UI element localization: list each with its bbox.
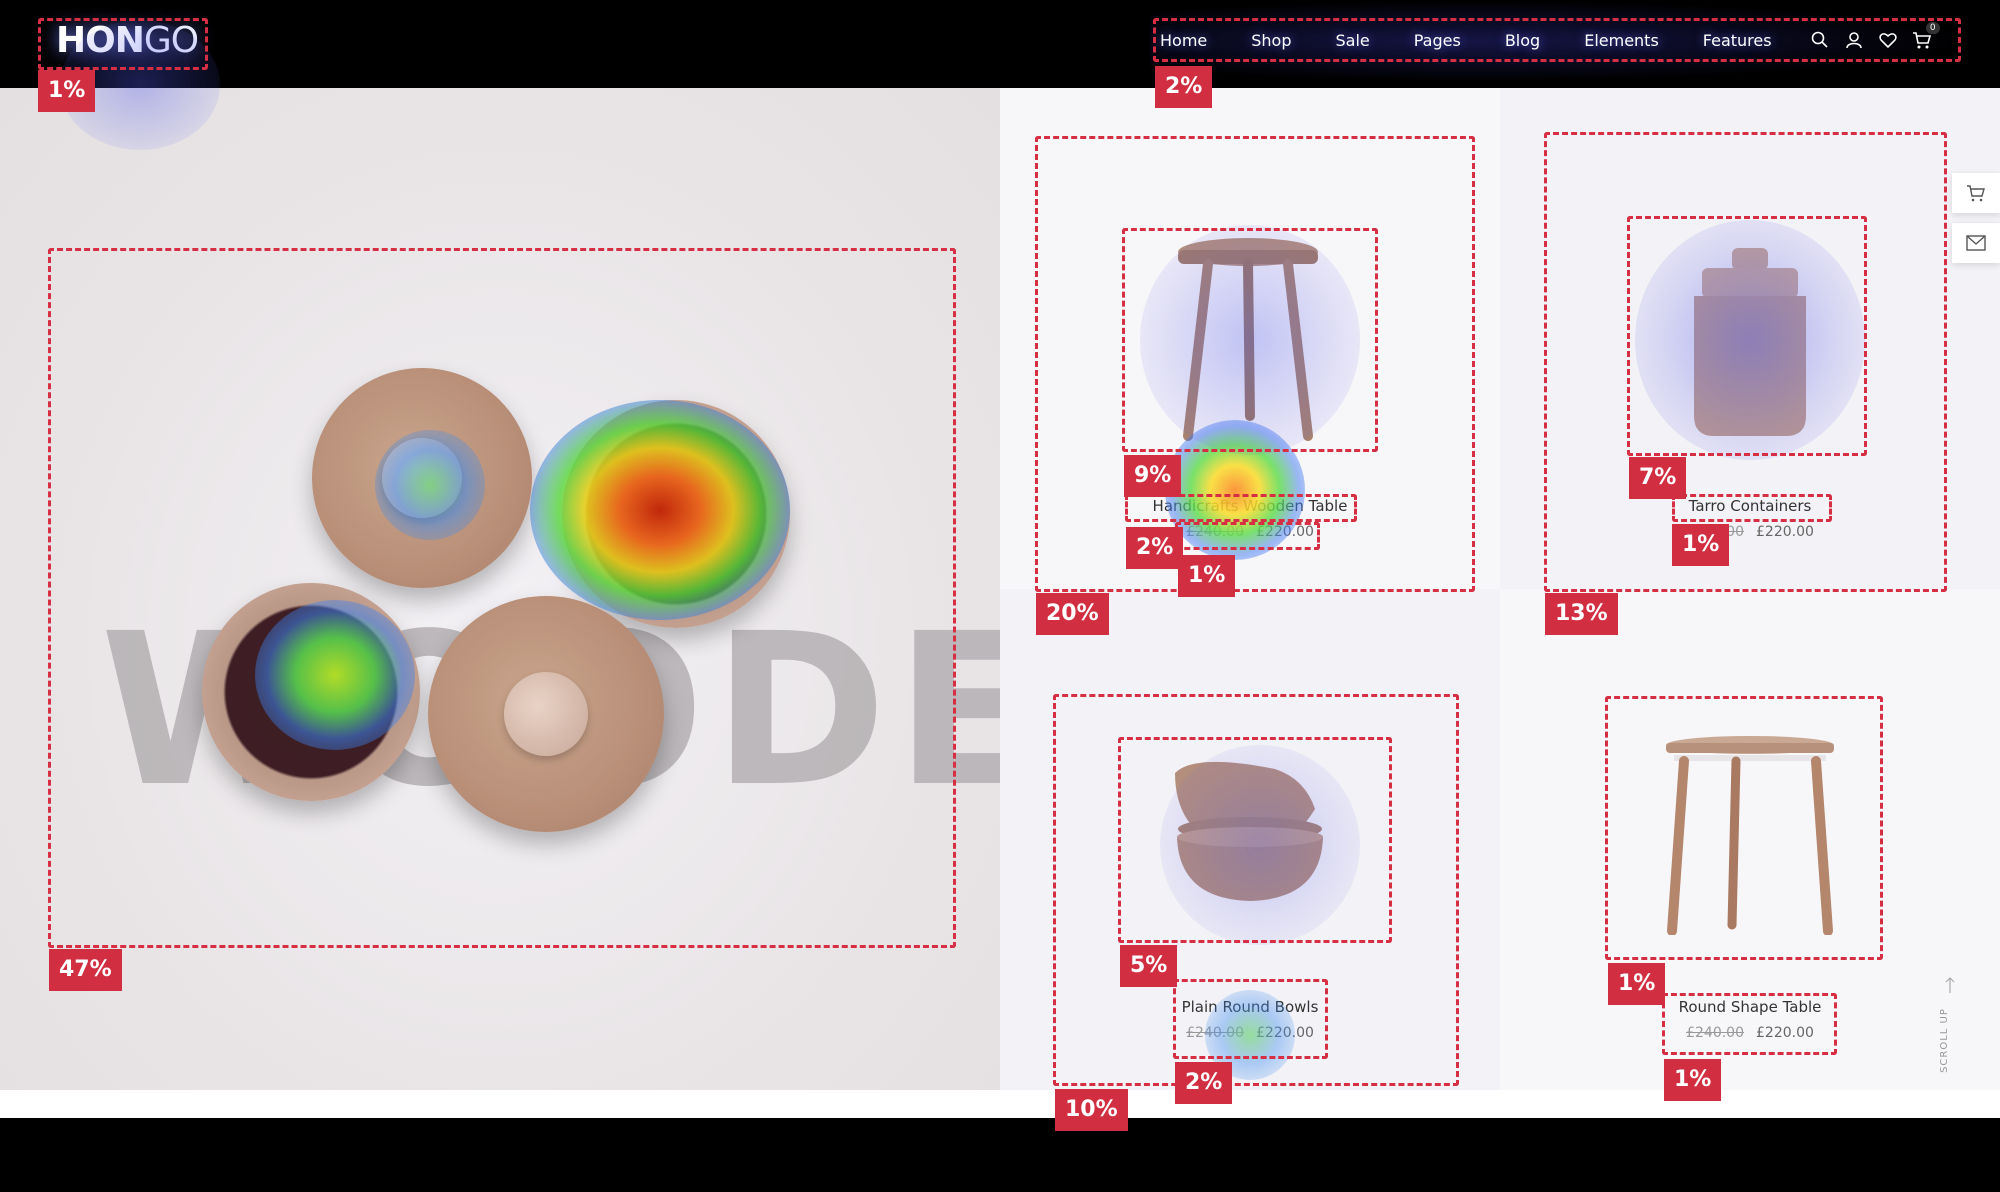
wooden-stool-image[interactable] bbox=[1168, 236, 1328, 446]
logo-primary: HON bbox=[56, 20, 145, 61]
nav-zone-badge: 2% bbox=[1155, 66, 1213, 108]
product-4-image-badge: 1% bbox=[1608, 963, 1666, 1005]
product-card[interactable]: Round Shape Table £240.00 £220.00 bbox=[1500, 589, 2000, 1090]
product-title[interactable]: Handicrafts Wooden Table bbox=[1000, 497, 1500, 515]
site-header: HONGO Home Shop Sale Pages Blog Elements… bbox=[0, 0, 2000, 82]
nav-sale[interactable]: Sale bbox=[1336, 31, 1370, 50]
jar-knob bbox=[382, 438, 462, 518]
main-nav: Home Shop Sale Pages Blog Elements Featu… bbox=[1160, 18, 1940, 62]
current-price: £220.00 bbox=[1756, 524, 1814, 540]
cork-jar-bottom bbox=[428, 596, 664, 832]
round-table-image[interactable] bbox=[1660, 735, 1840, 935]
product-1-title-badge: 2% bbox=[1126, 527, 1184, 569]
product-title[interactable]: Tarro Containers bbox=[1500, 497, 2000, 515]
side-cart-button[interactable] bbox=[1952, 173, 2000, 213]
product-2-title-badge: 1% bbox=[1672, 524, 1730, 566]
hero-zone-badge: 47% bbox=[49, 949, 122, 991]
product-1-card-badge: 20% bbox=[1036, 593, 1109, 635]
search-icon[interactable] bbox=[1810, 30, 1830, 50]
user-icon[interactable] bbox=[1844, 30, 1864, 50]
current-price: £220.00 bbox=[1756, 1025, 1814, 1041]
product-2-image-badge: 7% bbox=[1629, 457, 1687, 499]
nav-blog[interactable]: Blog bbox=[1505, 31, 1540, 50]
cart-icon bbox=[1967, 185, 1985, 202]
cart-icon[interactable]: 0 bbox=[1912, 22, 1940, 50]
product-3-text-badge: 2% bbox=[1175, 1062, 1233, 1104]
round-bowls-image[interactable] bbox=[1165, 759, 1335, 909]
old-price: £240.00 bbox=[1686, 1025, 1744, 1041]
jar-knob bbox=[504, 672, 588, 756]
product-price: £240.00 £220.00 bbox=[1000, 1025, 1500, 1041]
product-price: £240.00 £220.00 bbox=[1500, 1025, 2000, 1041]
current-price: £220.00 bbox=[1256, 524, 1314, 540]
hero-banner[interactable]: WOODEN bbox=[0, 88, 1000, 1090]
arrow-up-icon bbox=[1945, 977, 1955, 993]
product-4-text-badge: 1% bbox=[1664, 1059, 1722, 1101]
product-3-card-badge: 10% bbox=[1055, 1089, 1128, 1131]
product-title[interactable]: Plain Round Bowls bbox=[1000, 998, 1500, 1016]
product-2-card-badge: 13% bbox=[1545, 593, 1618, 635]
product-price: £240.00 £220.00 bbox=[1000, 524, 1500, 540]
tarro-container-image[interactable] bbox=[1680, 248, 1820, 438]
cork-jar-top bbox=[312, 368, 532, 588]
product-3-image-badge: 5% bbox=[1120, 945, 1178, 987]
product-card[interactable]: Handicrafts Wooden Table £240.00 £220.00 bbox=[1000, 88, 1500, 589]
old-price: £240.00 bbox=[1186, 524, 1244, 540]
product-card[interactable]: Tarro Containers £240.00£220.00 bbox=[1500, 88, 2000, 589]
mail-icon bbox=[1966, 235, 1986, 251]
nav-features[interactable]: Features bbox=[1703, 31, 1772, 50]
logo-secondary: GO bbox=[143, 20, 199, 61]
scroll-up-label: SCROLL UP bbox=[1938, 1008, 1950, 1073]
old-price: £240.00 bbox=[1186, 1025, 1244, 1041]
cart-count-badge: 0 bbox=[1925, 22, 1940, 34]
header-icons: 0 bbox=[1810, 22, 1940, 50]
site-logo[interactable]: HONGO bbox=[56, 20, 199, 61]
nav-pages[interactable]: Pages bbox=[1414, 31, 1461, 50]
product-price: £240.00£220.00 bbox=[1500, 524, 2000, 540]
open-jar-nuts bbox=[562, 400, 790, 628]
product-1-image-badge: 9% bbox=[1124, 455, 1182, 497]
product-grid: Handicrafts Wooden Table £240.00 £220.00 … bbox=[1000, 88, 2000, 1090]
nav-home[interactable]: Home bbox=[1160, 31, 1207, 50]
open-jar-beans bbox=[202, 583, 420, 801]
heart-icon[interactable] bbox=[1878, 30, 1898, 50]
nav-shop[interactable]: Shop bbox=[1251, 31, 1291, 50]
product-card[interactable]: Plain Round Bowls £240.00 £220.00 bbox=[1000, 589, 1500, 1090]
logo-zone-badge: 1% bbox=[38, 70, 96, 112]
current-price: £220.00 bbox=[1256, 1025, 1314, 1041]
side-mail-button[interactable] bbox=[1952, 223, 2000, 263]
product-title[interactable]: Round Shape Table bbox=[1500, 998, 2000, 1016]
product-1-price-badge: 1% bbox=[1178, 555, 1236, 597]
scroll-up-button[interactable]: SCROLL UP bbox=[1938, 975, 1962, 1075]
nav-elements[interactable]: Elements bbox=[1584, 31, 1659, 50]
